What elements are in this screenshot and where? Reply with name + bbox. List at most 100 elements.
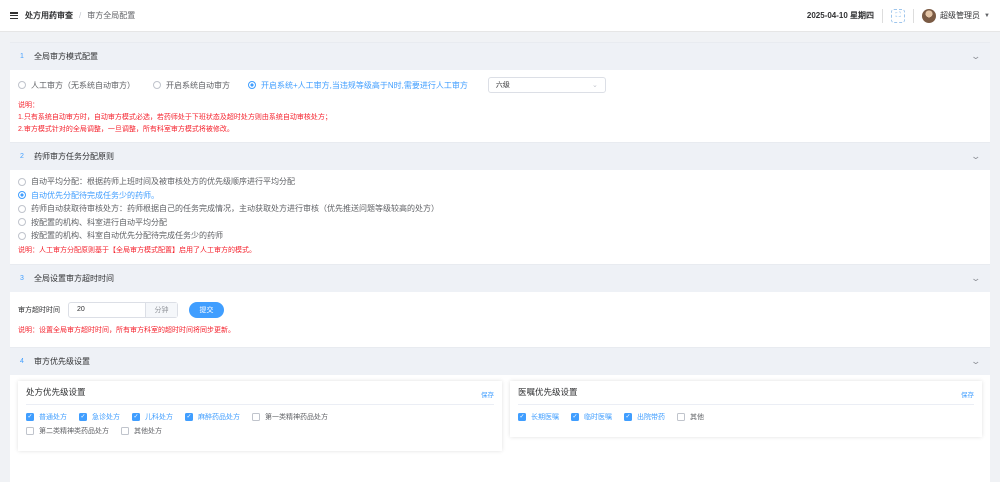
checkbox-long-term-order[interactable]: ✓ 长期医嘱 — [518, 412, 559, 422]
timeout-label: 审方超时时间 — [18, 306, 60, 314]
check-icon[interactable]: ✓ — [624, 412, 632, 421]
checkbox-psych2-rx[interactable]: 第二类精神类药品处方 — [26, 426, 109, 436]
username[interactable]: 超级管理员 — [940, 10, 980, 21]
checkbox-other-order[interactable]: 其他 — [677, 412, 704, 422]
order-priority-card: 医嘱优先级设置 保存 ✓ 长期医嘱 ✓ 临时医嘱 ✓ 出院带药 其他 — [510, 380, 982, 437]
timeout-unit: 分钟 — [145, 302, 177, 317]
checkbox-label: 其他处方 — [134, 427, 162, 435]
review-mode-notes: 说明： 1.只有系统自动审方时，自动审方模式必选，若药师处于下班状态及超时处方则… — [10, 100, 990, 142]
checkbox-pediatric-rx[interactable]: ✓ 儿科处方 — [132, 412, 173, 422]
checkbox-emergency-rx[interactable]: ✓ 急诊处方 — [79, 412, 120, 422]
checkbox-row: ✓ 长期医嘱 ✓ 临时医嘱 ✓ 出院带药 其他 — [518, 410, 974, 424]
radio-circle[interactable] — [153, 81, 161, 89]
current-datetime: 2025-04-10 星期四 — [806, 11, 875, 20]
section-header-review-mode[interactable]: 1 全局审方模式配置 ⌄ — [10, 42, 990, 70]
checkbox-box[interactable] — [252, 412, 260, 421]
check-icon[interactable]: ✓ — [571, 412, 579, 421]
checkbox-box[interactable] — [677, 412, 685, 421]
chevron-down-icon[interactable]: ⌄ — [971, 151, 982, 162]
divider — [913, 8, 915, 23]
breadcrumb-separator: / — [79, 11, 82, 20]
radio-allocation-dept-fewest[interactable]: 按配置的机构、科室自动优先分配待完成任务少的药师 — [18, 229, 982, 243]
checkbox-narcotic-rx[interactable]: ✓ 麻醉药品处方 — [185, 412, 240, 422]
menu-toggle-icon[interactable] — [10, 12, 18, 19]
checkbox-label: 临时医嘱 — [584, 413, 612, 421]
avatar[interactable] — [922, 8, 937, 23]
checkbox-label: 第二类精神类药品处方 — [39, 427, 109, 435]
radio-circle[interactable] — [18, 191, 26, 200]
radio-circle[interactable] — [18, 231, 26, 240]
checkbox-row: ✓ 普通处方 ✓ 急诊处方 ✓ 儿科处方 ✓ 麻醉药品处方 第一类精神药品处方 — [26, 410, 494, 424]
section-number: 2 — [20, 153, 24, 160]
radio-label: 自动平均分配：根据药师上班时间及被审核处方的优先级顺序进行平均分配 — [31, 177, 295, 187]
check-icon[interactable]: ✓ — [518, 412, 526, 421]
checkbox-discharge-order[interactable]: ✓ 出院带药 — [624, 412, 665, 422]
section-header-timeout[interactable]: 3 全局设置审方超时时间 ⌄ — [10, 263, 990, 292]
checkbox-psych1-rx[interactable]: 第一类精神药品处方 — [252, 412, 328, 422]
chevron-down-icon[interactable]: ⌄ — [971, 356, 982, 367]
radio-allocation-self-fetch[interactable]: 药师自动获取待审核处方：药师根据自己的任务完成情况，主动获取处方进行审核（优先推… — [18, 202, 982, 216]
allocation-radio-group: 自动平均分配：根据药师上班时间及被审核处方的优先级顺序进行平均分配 自动优先分配… — [10, 170, 990, 243]
chevron-down-icon[interactable]: ⌄ — [971, 273, 982, 284]
radio-label: 开启系统+人工审方,当违规等级高于N时,需要进行人工审方 — [261, 80, 468, 90]
timeout-value[interactable]: 20 — [69, 303, 145, 317]
section-number: 4 — [20, 357, 24, 365]
radio-circle[interactable] — [18, 204, 26, 213]
note-line: 1.只有系统自动审方时，自动审方模式必选，若药师处于下班状态及超时处方则由系统自… — [18, 114, 332, 121]
section-title: 审方优先级设置 — [34, 356, 90, 366]
check-icon[interactable]: ✓ — [79, 412, 87, 421]
review-mode-radio-group: 人工审方（无系统自动审方） 开启系统自动审方 开启系统+人工审方,当违规等级高于… — [10, 70, 990, 100]
radio-allocation-dept-average[interactable]: 按配置的机构、科室进行自动平均分配 — [18, 216, 982, 230]
radio-label: 人工审方（无系统自动审方） — [31, 80, 135, 90]
section-header-task-allocation[interactable]: 2 药师审方任务分配原则 ⌄ — [10, 142, 990, 170]
order-save-button[interactable]: 保存 — [961, 389, 974, 399]
radio-circle[interactable] — [18, 218, 26, 227]
note-line: 说明： — [18, 102, 39, 109]
chevron-down-icon[interactable]: ⌄ — [971, 51, 982, 62]
priority-cards: 处方优先级设置 保存 ✓ 普通处方 ✓ 急诊处方 ✓ 儿科处方 ✓ 麻醉药品处方 第一类… — [10, 375, 990, 451]
violation-level-select[interactable]: 六级 ⌄ — [487, 77, 606, 93]
breadcrumb-main[interactable]: 处方用药审查 — [25, 10, 73, 21]
checkbox-label: 其他 — [690, 413, 704, 421]
radio-allocation-priority-fewest[interactable]: 自动优先分配待完成任务少的药师。 — [18, 189, 982, 203]
top-bar: 处方用药审查 / 审方全局配置 2025-04-10 星期四 ⛶ 超级管理员 ▼ — [0, 0, 1000, 32]
radio-circle[interactable] — [248, 81, 256, 89]
checkbox-label: 普通处方 — [39, 413, 67, 421]
radio-label: 开启系统自动审方 — [166, 80, 230, 90]
fullscreen-icon[interactable]: ⛶ — [891, 8, 906, 23]
section-title: 全局审方模式配置 — [34, 52, 98, 61]
checkbox-row: 第二类精神类药品处方 其他处方 — [26, 424, 494, 438]
checkbox-label: 长期医嘱 — [531, 413, 559, 421]
checkbox-label: 急诊处方 — [92, 413, 120, 421]
card-title: 处方优先级设置 — [26, 381, 494, 405]
check-icon[interactable]: ✓ — [132, 412, 140, 421]
check-icon[interactable]: ✓ — [26, 412, 34, 421]
checkbox-normal-rx[interactable]: ✓ 普通处方 — [26, 412, 67, 422]
caret-down-icon[interactable]: ▼ — [984, 13, 990, 19]
submit-button[interactable]: 提交 — [189, 301, 224, 318]
radio-circle[interactable] — [18, 177, 26, 186]
timeout-row: 审方超时时间 20 分钟 提交 — [10, 295, 990, 325]
divider — [882, 8, 884, 23]
radio-auto-review[interactable]: 开启系统自动审方 — [153, 80, 230, 91]
breadcrumb-current: 审方全局配置 — [87, 11, 136, 20]
section-number: 1 — [20, 53, 24, 60]
radio-manual-review[interactable]: 人工审方（无系统自动审方） — [18, 80, 135, 91]
timeout-note: 说明：设置全局审方超时时间，所有审方科室的超时时间将同步更新。 — [18, 326, 235, 334]
checkbox-box[interactable] — [26, 426, 34, 435]
section-header-priority[interactable]: 4 审方优先级设置 ⌄ — [10, 346, 990, 375]
radio-label: 按配置的机构、科室进行自动平均分配 — [31, 217, 167, 227]
radio-allocation-average[interactable]: 自动平均分配：根据药师上班时间及被审核处方的优先级顺序进行平均分配 — [18, 175, 982, 189]
checkbox-box[interactable] — [121, 426, 129, 435]
checkbox-temporary-order[interactable]: ✓ 临时医嘱 — [571, 412, 612, 422]
checkbox-other-rx[interactable]: 其他处方 — [121, 426, 162, 436]
chevron-down-icon: ⌄ — [592, 82, 598, 89]
timeout-input[interactable]: 20 分钟 — [68, 301, 178, 318]
radio-label: 药师自动获取待审核处方：药师根据自己的任务完成情况，主动获取处方进行审核（优先推… — [31, 204, 439, 214]
radio-circle[interactable] — [18, 81, 26, 89]
checkbox-label: 儿科处方 — [145, 413, 173, 421]
rx-save-button[interactable]: 保存 — [481, 389, 494, 399]
radio-auto-plus-manual[interactable]: 开启系统+人工审方,当违规等级高于N时,需要进行人工审方 — [248, 80, 468, 91]
check-icon[interactable]: ✓ — [185, 412, 193, 421]
radio-label: 自动优先分配待完成任务少的药师。 — [31, 190, 159, 200]
